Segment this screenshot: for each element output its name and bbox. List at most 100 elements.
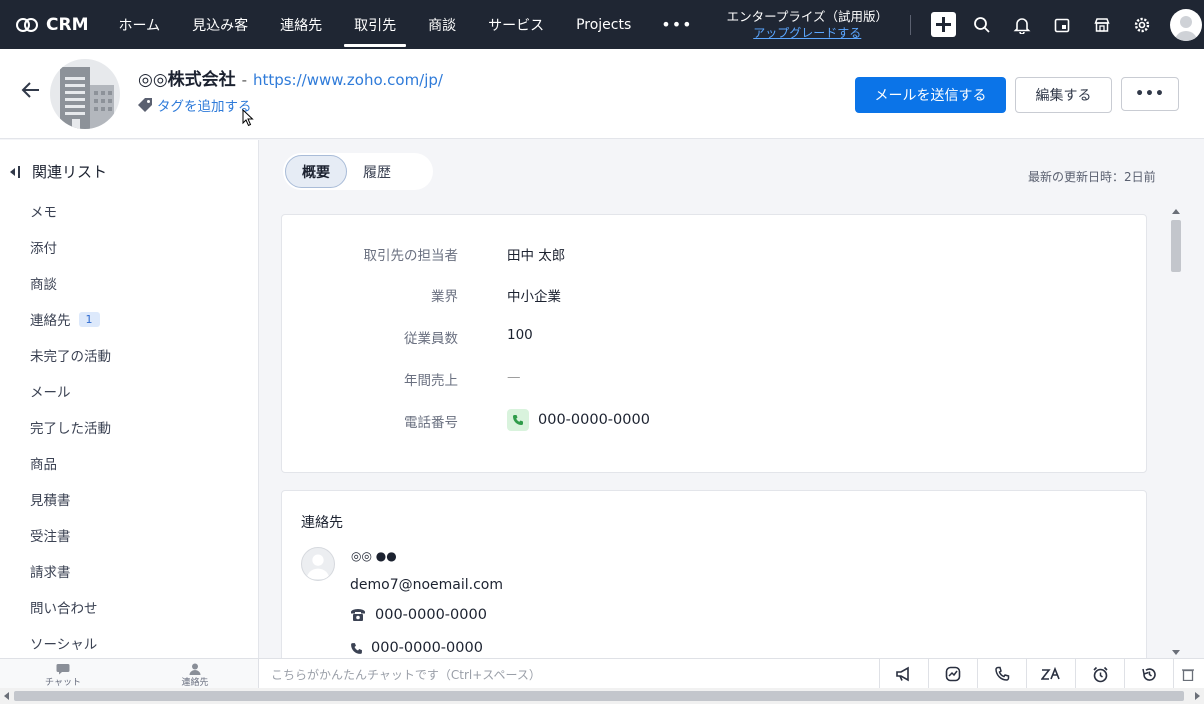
field-row-employees: 従業員数 100 (282, 327, 1142, 347)
chat-input[interactable]: こちらがかんたんチャットです（Ctrl+スペース） (271, 666, 541, 683)
sidebar-item-social[interactable]: ソーシャル (30, 625, 111, 661)
reminder-button[interactable] (1075, 659, 1124, 689)
contacts-button[interactable]: 連絡先 (165, 663, 225, 688)
scroll-right-icon[interactable] (1195, 692, 1200, 700)
gear-icon (1134, 17, 1150, 32)
nav-item-projects[interactable]: Projects (560, 0, 647, 49)
field-value[interactable]: 田中 太郎 (507, 244, 565, 264)
notifications-button[interactable] (1002, 0, 1042, 49)
store-icon (1094, 17, 1110, 32)
tab-overview[interactable]: 概要 (285, 155, 347, 188)
back-button[interactable] (20, 79, 42, 105)
field-value[interactable]: 100 (507, 327, 533, 343)
nav-item-deals[interactable]: 商談 (412, 0, 472, 49)
sidebar-item-invoices[interactable]: 請求書 (30, 553, 111, 589)
user-avatar[interactable] (1169, 8, 1202, 41)
horizontal-scroll-thumb[interactable] (14, 691, 1184, 701)
sidebar-item-notes[interactable]: メモ (30, 193, 111, 229)
alarm-clock-icon (1092, 666, 1108, 682)
account-name: ◎◎株式会社 (138, 70, 236, 90)
nav-item-services[interactable]: サービス (472, 0, 560, 49)
brand-name: CRM (46, 14, 89, 35)
sidebar-item-emails[interactable]: メール (30, 373, 111, 409)
nav-item-accounts[interactable]: 取引先 (338, 0, 412, 49)
analytics-button[interactable] (928, 659, 977, 689)
tab-timeline[interactable]: 履歴 (347, 155, 407, 188)
tag-icon (138, 98, 152, 112)
upgrade-link[interactable]: アップグレードする (727, 25, 888, 41)
zoho-logo-icon (16, 16, 40, 34)
scroll-down-icon[interactable] (1172, 650, 1180, 655)
send-email-button[interactable]: メールを送信する (855, 77, 1006, 113)
zia-icon (1041, 667, 1060, 680)
recent-items-button[interactable] (1124, 659, 1173, 689)
contact-mobile-number: 000-0000-0000 (371, 640, 483, 656)
announcement-button[interactable] (879, 659, 928, 689)
contact-mobile[interactable]: 000-0000-0000 (350, 640, 483, 656)
plus-icon (935, 17, 951, 32)
settings-button[interactable] (1122, 0, 1162, 49)
account-image[interactable] (50, 59, 120, 129)
sidebar-item-label: 連絡先 (30, 313, 71, 329)
scroll-left-icon[interactable] (4, 692, 9, 700)
field-value[interactable]: — (507, 369, 521, 385)
contact-email[interactable]: demo7@noemail.com (350, 577, 503, 593)
add-tag-button[interactable]: タグを追加する (137, 95, 252, 115)
nav-more-button[interactable]: ••• (647, 0, 706, 49)
horizontal-scrollbar[interactable] (0, 688, 1204, 704)
phone-icon (507, 409, 529, 431)
calendar-button[interactable] (1042, 0, 1082, 49)
sidebar-item-open-activities[interactable]: 未完了の活動 (30, 337, 111, 373)
scroll-thumb[interactable] (1171, 220, 1181, 272)
collapse-caret-icon (10, 167, 15, 176)
contact-phone[interactable]: 000-0000-0000 (350, 607, 487, 623)
edit-button[interactable]: 編集する (1015, 77, 1112, 113)
field-label: 年間売上 (404, 373, 458, 389)
chat-button[interactable]: チャット (33, 663, 93, 688)
marketplace-button[interactable] (1082, 0, 1122, 49)
top-navigation: CRM ホーム 見込み客 連絡先 取引先 商談 サービス Projects ••… (0, 0, 1204, 49)
edition-name: エンタープライズ（試用版） (726, 8, 888, 24)
sidebar-item-contacts[interactable]: 連絡先 1 (30, 301, 111, 337)
sidebar-item-closed-activities[interactable]: 完了した活動 (30, 409, 111, 445)
sidebar-item-products[interactable]: 商品 (30, 445, 111, 481)
create-new-button[interactable] (930, 12, 956, 37)
contact-name[interactable]: ◎◎ ●● (351, 549, 397, 563)
nav-divider (909, 14, 911, 35)
building-icon (60, 67, 114, 129)
search-icon (974, 16, 990, 33)
search-button[interactable] (962, 0, 1002, 49)
zia-button[interactable] (1026, 659, 1075, 689)
field-label: 取引先の担当者 (363, 248, 459, 264)
sidebar-item-deals[interactable]: 商談 (30, 265, 111, 301)
more-actions-button[interactable]: ••• (1121, 77, 1179, 111)
contact-avatar[interactable] (301, 547, 335, 581)
main-vertical-scrollbar[interactable] (1168, 206, 1184, 658)
field-value[interactable]: 中小企業 (507, 285, 561, 305)
nav-item-contacts[interactable]: 連絡先 (264, 0, 338, 49)
scroll-up-icon[interactable] (1172, 209, 1180, 214)
call-button[interactable] (977, 659, 1026, 689)
calendar-icon (1054, 18, 1070, 32)
bottom-bar-left: チャット 連絡先 (0, 659, 259, 689)
sidebar-item-quotes[interactable]: 見積書 (30, 481, 111, 517)
chat-icon (56, 664, 70, 675)
field-label: 電話番号 (404, 415, 458, 431)
sidebar-item-attachments[interactable]: 添付 (30, 229, 111, 265)
recycle-bin-button[interactable] (1173, 659, 1201, 689)
field-row-phone: 電話番号 000-0000-0000 (282, 409, 1142, 433)
count-badge: 1 (78, 311, 100, 327)
related-list-toggle[interactable]: 関連リスト (10, 161, 107, 182)
back-arrow-icon (21, 82, 39, 98)
nav-item-home[interactable]: ホーム (102, 0, 176, 49)
title-separator: - (241, 71, 248, 89)
website-link[interactable]: https://www.zoho.com/jp/ (253, 71, 443, 89)
sidebar-item-sales-orders[interactable]: 受注書 (30, 517, 111, 553)
sidebar-item-cases[interactable]: 問い合わせ (30, 589, 111, 625)
nav-item-leads[interactable]: 見込み客 (176, 0, 264, 49)
bell-icon (1013, 17, 1031, 34)
user-icon (1174, 15, 1197, 41)
crm-logo[interactable]: CRM (16, 15, 88, 35)
bottom-bar: チャット 連絡先 こちらがかんたんチャットです（Ctrl+スペース） (0, 658, 1204, 689)
phone-value[interactable]: 000-0000-0000 (507, 409, 650, 431)
